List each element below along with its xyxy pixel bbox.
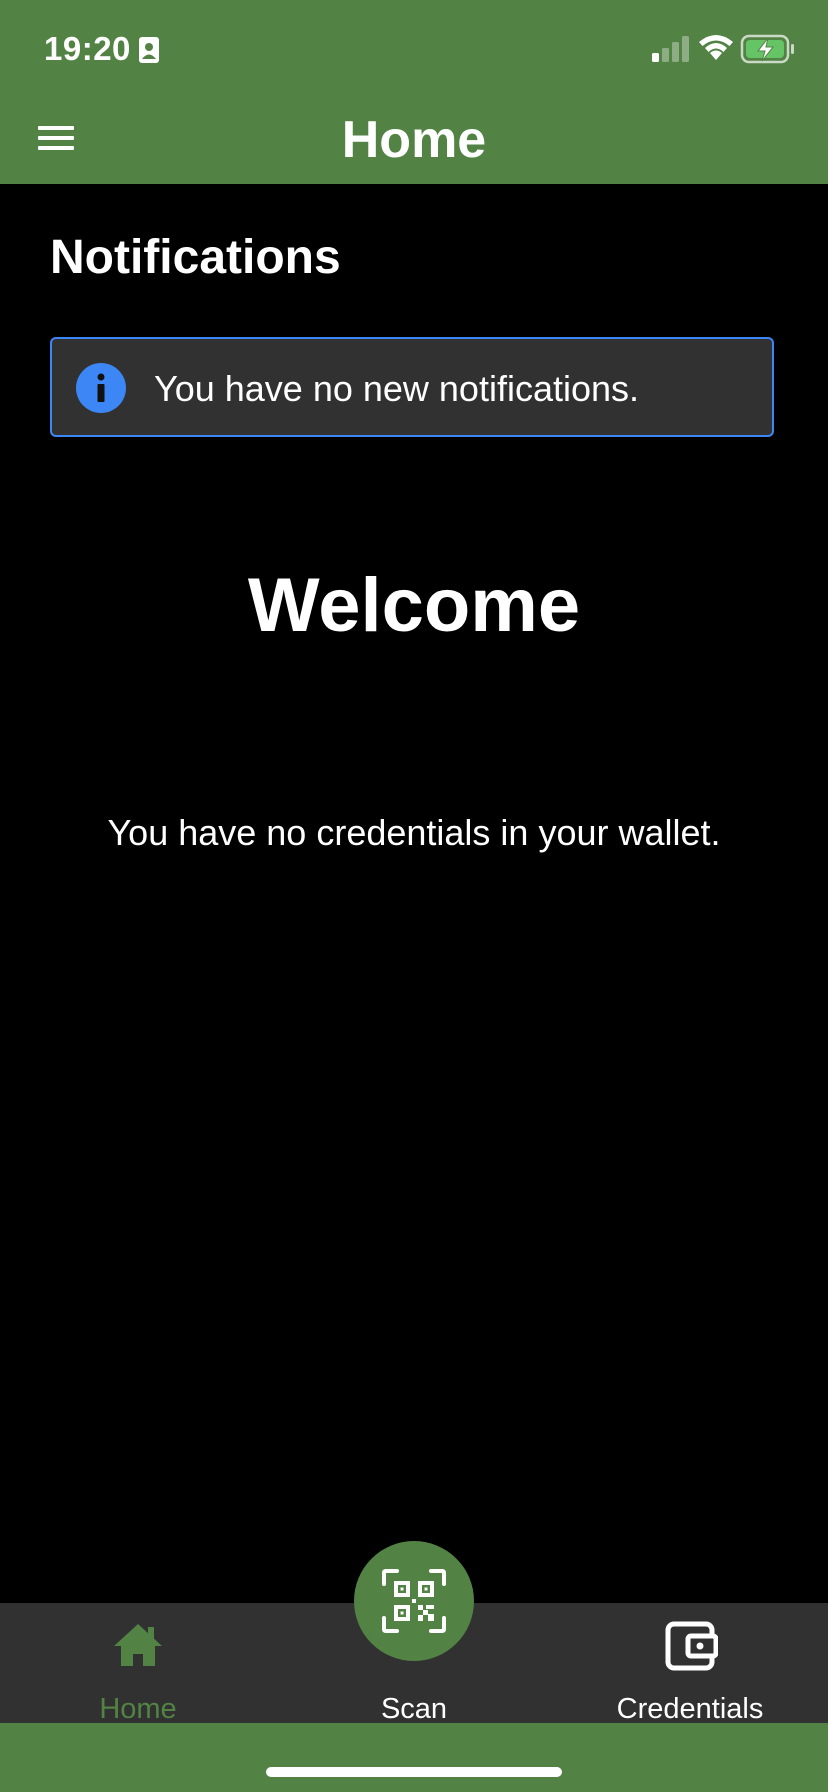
tab-home-label: Home xyxy=(99,1693,177,1725)
page-title: Home xyxy=(341,111,487,169)
wallet-icon xyxy=(665,1621,718,1671)
app-header: Home xyxy=(0,92,828,184)
welcome-heading: Welcome xyxy=(247,563,581,648)
tab-scan-label: Scan xyxy=(380,1693,448,1725)
scan-button[interactable] xyxy=(354,1541,474,1661)
cellular-signal-icon xyxy=(652,36,689,62)
battery-charging-icon xyxy=(740,34,794,64)
tab-credentials-label: Credentials xyxy=(616,1693,764,1725)
system-home-bar xyxy=(0,1723,828,1792)
tab-credentials[interactable]: Credentials xyxy=(552,1603,828,1725)
info-icon xyxy=(76,363,126,413)
wifi-icon xyxy=(699,35,733,60)
id-card-icon xyxy=(139,37,159,63)
notification-info-banner: You have no new notifications. xyxy=(50,337,774,437)
home-indicator[interactable] xyxy=(266,1767,562,1777)
home-icon xyxy=(114,1624,162,1666)
notifications-heading: Notifications xyxy=(50,231,341,284)
qr-code-icon xyxy=(382,1569,446,1633)
empty-wallet-message: You have no credentials in your wallet. xyxy=(107,812,721,853)
notification-message: You have no new notifications. xyxy=(154,368,640,409)
tab-home[interactable]: Home xyxy=(0,1603,276,1725)
status-time: 19:20 xyxy=(44,30,131,67)
status-bar: 19:20 xyxy=(0,0,828,92)
